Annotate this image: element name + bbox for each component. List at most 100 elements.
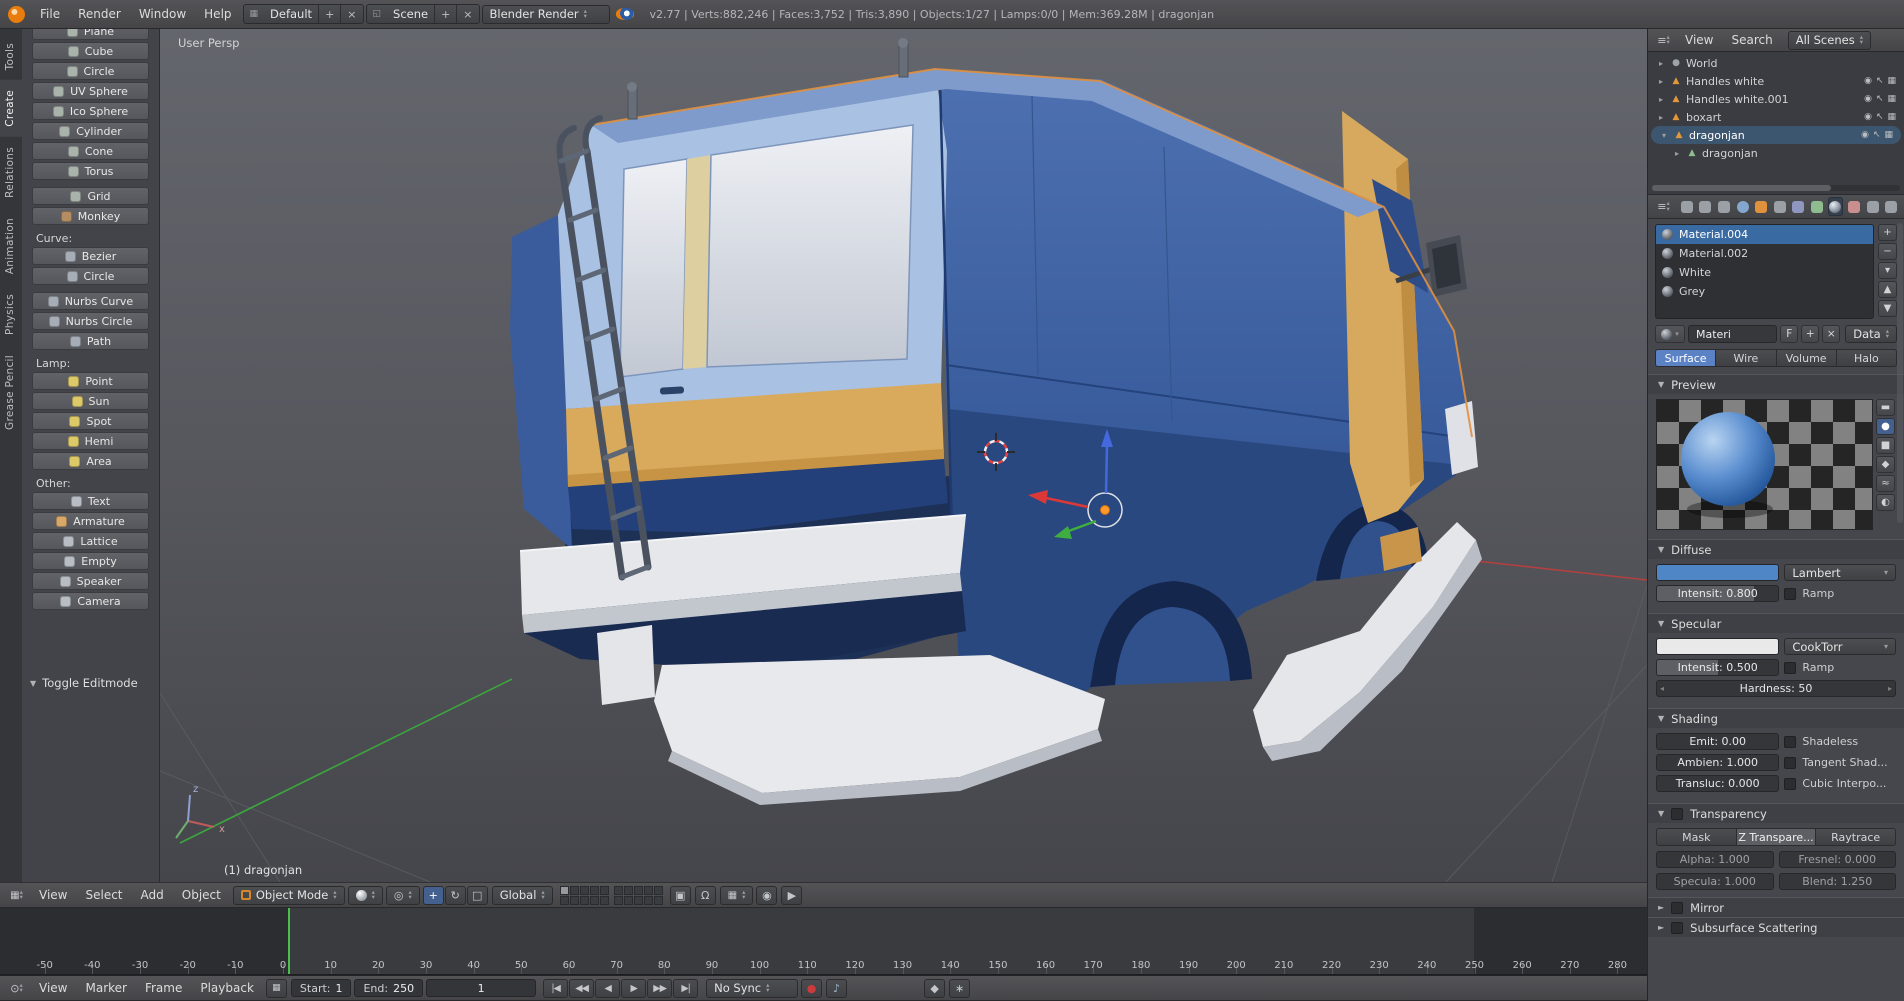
material-type-volume[interactable]: Volume: [1776, 349, 1837, 367]
outliner-row-dragonjan[interactable]: ▸ ▲ dragonjan: [1648, 144, 1904, 162]
transparency-mode-mask[interactable]: Mask: [1656, 828, 1737, 846]
layer-4[interactable]: [589, 885, 599, 895]
add-nurbs-circle-button[interactable]: Nurbs Circle: [32, 312, 149, 330]
properties-tab-render[interactable]: [1679, 197, 1695, 216]
layer-11[interactable]: [613, 885, 623, 895]
properties-tab-world[interactable]: [1735, 197, 1751, 216]
diffuse-panel-header[interactable]: ▼ Diffuse: [1648, 539, 1904, 559]
close-scene-button[interactable]: ×: [456, 5, 478, 23]
add-monkey-button[interactable]: Monkey: [32, 207, 149, 225]
layer-1[interactable]: [559, 885, 569, 895]
outliner-row-handles-white[interactable]: ▸ ▲ Handles white ◉ ↖ ▦: [1648, 72, 1904, 90]
transparency-field-alpha[interactable]: Alpha: 1.000: [1656, 851, 1774, 868]
menu-playback[interactable]: Playback: [191, 981, 263, 995]
editor-type-button[interactable]: ≡ ▴ ▾: [1653, 197, 1674, 216]
pivot-point-dropdown[interactable]: ◎ ▴ ▾: [385, 885, 420, 905]
timeline-ruler[interactable]: -50 -40 -30 -20 -10 0 10 20 30 40 50 60 70 80 90 100 110…: [0, 908, 1647, 975]
screen-layout-selector[interactable]: ▦ Default + ×: [242, 4, 364, 24]
transparency-mode-raytrace[interactable]: Raytrace: [1816, 828, 1897, 846]
add-path-button[interactable]: Path: [32, 332, 149, 350]
restrict-view-icon[interactable]: ◉: [1864, 94, 1872, 104]
restrict-render-icon[interactable]: ▦: [1884, 130, 1893, 140]
move-slot-up-button[interactable]: ▲: [1878, 281, 1897, 298]
van-model[interactable]: [510, 38, 1482, 805]
opengl-render-anim-button[interactable]: ▶: [781, 885, 803, 905]
layer-3[interactable]: [579, 885, 589, 895]
tab-grease-pencil[interactable]: Grease Pencil: [0, 345, 22, 440]
outliner-row-world[interactable]: ▸ ● World: [1648, 54, 1904, 72]
menu-search[interactable]: Search: [1722, 33, 1781, 47]
layer-20[interactable]: [653, 895, 663, 905]
preview-hair-button[interactable]: ≈: [1876, 475, 1895, 492]
layer-19[interactable]: [643, 895, 653, 905]
add-text-button[interactable]: Text: [32, 492, 149, 510]
new-material-button[interactable]: +: [1801, 325, 1820, 343]
layer-8[interactable]: [579, 895, 589, 905]
restrict-view-icon[interactable]: ◉: [1861, 130, 1869, 140]
transparency-field-fresnel[interactable]: Fresnel: 0.000: [1778, 851, 1896, 868]
scale-manipulator-button[interactable]: □: [466, 885, 488, 905]
material-name-field[interactable]: Materi: [1688, 325, 1778, 343]
tab-relations[interactable]: Relations: [0, 137, 22, 208]
properties-tab-material[interactable]: [1827, 197, 1844, 216]
layer-7[interactable]: [569, 895, 579, 905]
jump-to-start-button[interactable]: |◀: [543, 978, 569, 998]
shading-panel-header[interactable]: ▼ Shading: [1648, 708, 1904, 728]
transparency-field-blend[interactable]: Blend: 1.250: [1778, 873, 1896, 890]
layer-5[interactable]: [599, 885, 609, 895]
layer-13[interactable]: [633, 885, 643, 895]
transparency-checkbox[interactable]: [1671, 807, 1684, 820]
properties-tab-texture[interactable]: [1846, 197, 1862, 216]
shading-field-transluc[interactable]: Transluc: 0.000: [1656, 775, 1780, 792]
expander-icon[interactable]: ▸: [1656, 113, 1666, 122]
play-reverse-button[interactable]: ◀: [595, 978, 621, 998]
translate-manipulator-button[interactable]: +: [422, 885, 444, 905]
diffuse-color-swatch[interactable]: [1656, 564, 1780, 581]
blender-app-icon[interactable]: [8, 5, 25, 23]
diffuse-intensity-slider[interactable]: Intensit: 0.800: [1656, 585, 1780, 602]
preview-monkey-button[interactable]: ◆: [1876, 456, 1895, 473]
specular-color-swatch[interactable]: [1656, 638, 1780, 655]
restrict-select-icon[interactable]: ↖: [1876, 94, 1884, 104]
preview-world-button[interactable]: ◐: [1876, 494, 1895, 511]
scene-selector[interactable]: ◱ Scene + ×: [365, 4, 480, 24]
lock-icon[interactable]: ▣: [669, 885, 691, 905]
hardness-field[interactable]: ◂ Hardness: 50 ▸: [1656, 680, 1896, 697]
preview-sphere-button[interactable]: ●: [1876, 418, 1895, 435]
scene-value[interactable]: Scene: [387, 5, 434, 23]
move-slot-down-button[interactable]: ▼: [1878, 300, 1897, 317]
properties-scrollbar[interactable]: [1897, 223, 1903, 523]
menu-marker[interactable]: Marker: [76, 981, 135, 995]
fake-user-button[interactable]: F: [1780, 325, 1799, 343]
expander-icon[interactable]: ▾: [1659, 131, 1669, 140]
mode-dropdown[interactable]: Object Mode ▴ ▾: [232, 885, 345, 905]
expander-icon[interactable]: ▸: [1656, 95, 1666, 104]
add-circle-button[interactable]: Circle: [32, 62, 149, 80]
properties-tab-render-layers[interactable]: [1698, 197, 1714, 216]
layer-12[interactable]: [623, 885, 633, 895]
mirror-checkbox[interactable]: [1671, 901, 1684, 914]
properties-tab-object[interactable]: [1753, 197, 1769, 216]
frame-start-field[interactable]: Start: 1: [290, 979, 352, 997]
layer-10[interactable]: [599, 895, 609, 905]
material-type-surface[interactable]: Surface: [1655, 349, 1717, 367]
audio-mute-icon[interactable]: ♪: [826, 978, 848, 998]
expander-icon[interactable]: ▸: [1656, 77, 1666, 86]
checkbox-tangent-shad[interactable]: [1784, 756, 1797, 769]
viewport-shading-dropdown[interactable]: ▴ ▾: [347, 885, 383, 905]
specular-ramp-checkbox[interactable]: [1784, 661, 1797, 674]
sss-checkbox[interactable]: [1671, 921, 1684, 934]
snap-magnet-icon[interactable]: Ω: [694, 885, 716, 905]
add-circle-button[interactable]: Circle: [32, 267, 149, 285]
add-layout-button[interactable]: +: [318, 5, 340, 23]
properties-tab-physics[interactable]: [1883, 197, 1899, 216]
layer-6[interactable]: [559, 895, 569, 905]
opengl-render-image-button[interactable]: ◉: [756, 885, 778, 905]
expander-icon[interactable]: ▸: [1656, 59, 1666, 68]
remove-material-slot-button[interactable]: −: [1878, 243, 1897, 260]
editor-type-button[interactable]: ⊙ ▴ ▾: [6, 979, 27, 998]
diffuse-shader-dropdown[interactable]: Lambert ▾: [1784, 564, 1896, 581]
keying-set-icon[interactable]: ◆: [924, 978, 946, 998]
menu-frame[interactable]: Frame: [136, 981, 191, 995]
next-keyframe-button[interactable]: ▶▶: [647, 978, 673, 998]
